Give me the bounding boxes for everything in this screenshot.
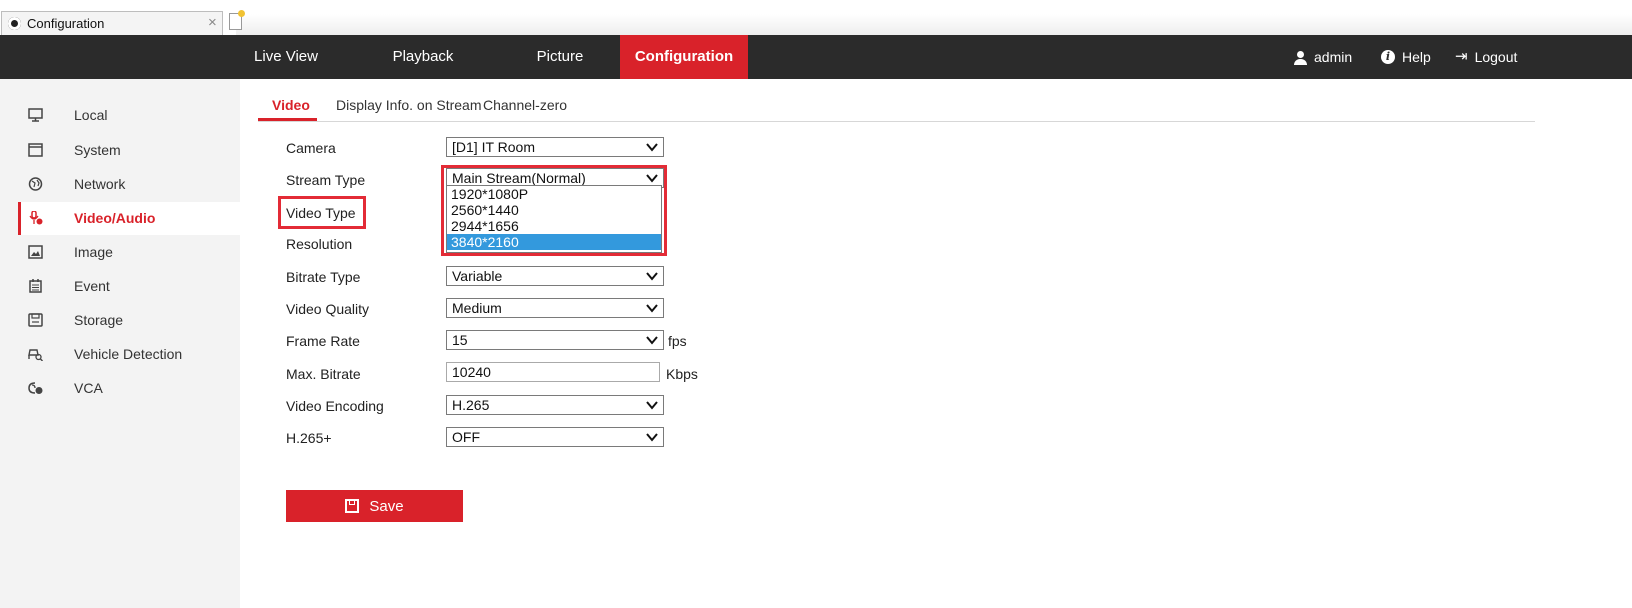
sidebar-item-image[interactable]: Image (18, 236, 240, 269)
stream-type-label: Stream Type (286, 172, 366, 188)
video-encoding-select[interactable]: H.265 (446, 395, 664, 415)
resolution-option[interactable]: 1920*1080P (447, 186, 661, 202)
resolution-option[interactable]: 2944*1656 (447, 218, 661, 234)
nav-live-view[interactable]: Live View (240, 35, 332, 79)
logout-label: Logout (1474, 49, 1518, 65)
h265plus-select-value: OFF (452, 429, 480, 445)
browser-tab-title: Configuration (27, 16, 105, 31)
frame-rate-select-value: 15 (452, 332, 468, 348)
save-button-label: Save (369, 497, 404, 515)
sidebar-item-label: Image (74, 244, 113, 260)
chevron-down-icon (646, 433, 658, 442)
video-quality-label: Video Quality (286, 301, 370, 317)
sidebar-item-label: Video/Audio (74, 210, 156, 226)
stream-type-select-value: Main Stream(Normal) (452, 170, 586, 186)
camera-favicon-icon (8, 17, 21, 30)
tab-channel-zero[interactable]: Channel-zero (483, 97, 567, 113)
video-audio-icon (29, 211, 43, 225)
nav-configuration[interactable]: Configuration (620, 35, 748, 79)
sidebar-item-system[interactable]: System (18, 134, 240, 167)
sidebar-item-label: System (74, 142, 121, 158)
frame-rate-unit: fps (668, 333, 687, 349)
chevron-down-icon (646, 336, 658, 345)
max-bitrate-input[interactable]: 10240 (446, 362, 660, 382)
new-tab-icon[interactable] (229, 10, 245, 30)
bitrate-type-select-value: Variable (452, 268, 503, 284)
sidebar-item-label: VCA (74, 380, 103, 396)
logout-icon: ⇥ (1455, 48, 1468, 65)
sidebar-item-event[interactable]: Event (18, 270, 240, 303)
sidebar-item-vehicle-detection[interactable]: Vehicle Detection (18, 338, 240, 371)
help-link[interactable]: i Help (1381, 35, 1431, 79)
sidebar-item-network[interactable]: Network (18, 168, 240, 201)
globe-icon (28, 177, 43, 191)
save-icon (345, 499, 360, 513)
sidebar-item-local[interactable]: Local (18, 99, 240, 132)
camera-select-value: [D1] IT Room (452, 139, 535, 155)
help-icon: i (1381, 50, 1395, 64)
camera-select[interactable]: [D1] IT Room (446, 137, 664, 157)
bitrate-type-label: Bitrate Type (286, 269, 361, 285)
sidebar-item-vca[interactable]: VCA (18, 372, 240, 405)
max-bitrate-unit: Kbps (666, 366, 698, 382)
storage-icon (28, 313, 43, 327)
sidebar-item-label: Storage (74, 312, 124, 328)
max-bitrate-input-value: 10240 (452, 364, 491, 380)
sidebar-item-label: Local (74, 107, 108, 123)
nav-picture[interactable]: Picture (510, 35, 610, 79)
top-navigation-bar: Live View Playback Picture Configuration… (0, 35, 1632, 79)
content-subtabs: Video Display Info. on Stream Channel-ze… (258, 92, 1535, 122)
video-quality-select-value: Medium (452, 300, 502, 316)
sidebar-item-label: Network (74, 176, 126, 192)
user-name: admin (1314, 49, 1353, 65)
monitor-icon (28, 108, 43, 122)
frame-rate-select[interactable]: 15 (446, 330, 664, 350)
video-encoding-select-value: H.265 (452, 397, 490, 413)
vca-icon (28, 382, 43, 394)
frame-rate-label: Frame Rate (286, 333, 360, 349)
logout-link[interactable]: ⇥ Logout (1455, 35, 1517, 79)
chevron-down-icon (646, 304, 658, 313)
tab-display-info-on-stream[interactable]: Display Info. on Stream (336, 97, 482, 113)
resolution-option-selected[interactable]: 3840*2160 (447, 234, 661, 250)
browser-tab-strip: Configuration × (0, 0, 1632, 35)
help-label: Help (1402, 49, 1431, 65)
chevron-down-icon (646, 143, 658, 152)
resolution-dropdown-list: 1920*1080P 2560*1440 2944*1656 3840*2160 (446, 185, 662, 253)
save-button[interactable]: Save (286, 490, 463, 522)
video-type-label: Video Type (286, 205, 356, 221)
resolution-option[interactable]: 2560*1440 (447, 202, 661, 218)
h265plus-select[interactable]: OFF (446, 427, 664, 447)
image-icon (28, 245, 43, 259)
tab-video[interactable]: Video (272, 97, 310, 113)
video-quality-select[interactable]: Medium (446, 298, 664, 318)
window-icon (28, 143, 43, 157)
close-tab-icon[interactable]: × (208, 14, 217, 31)
calendar-icon (29, 279, 42, 293)
chevron-down-icon (646, 272, 658, 281)
sidebar-item-label: Event (74, 278, 110, 294)
camera-label: Camera (286, 140, 336, 156)
browser-tab[interactable]: Configuration × (1, 11, 223, 35)
active-tab-underline (258, 118, 317, 121)
resolution-label: Resolution (286, 236, 353, 252)
nav-playback[interactable]: Playback (373, 35, 473, 79)
sidebar-item-storage[interactable]: Storage (18, 304, 240, 337)
user-icon (1294, 50, 1307, 65)
sidebar: Local System Network Video/Audio Image E… (0, 79, 240, 608)
video-encoding-label: Video Encoding (286, 398, 384, 414)
bitrate-type-select[interactable]: Variable (446, 266, 664, 286)
h265plus-label: H.265+ (286, 430, 332, 446)
user-menu[interactable]: admin (1294, 35, 1352, 79)
chevron-down-icon (646, 401, 658, 410)
sidebar-item-video-audio[interactable]: Video/Audio (18, 202, 240, 235)
vehicle-detection-icon (28, 349, 43, 361)
chevron-down-icon (646, 174, 658, 183)
sidebar-item-label: Vehicle Detection (74, 346, 183, 362)
max-bitrate-label: Max. Bitrate (286, 366, 361, 382)
